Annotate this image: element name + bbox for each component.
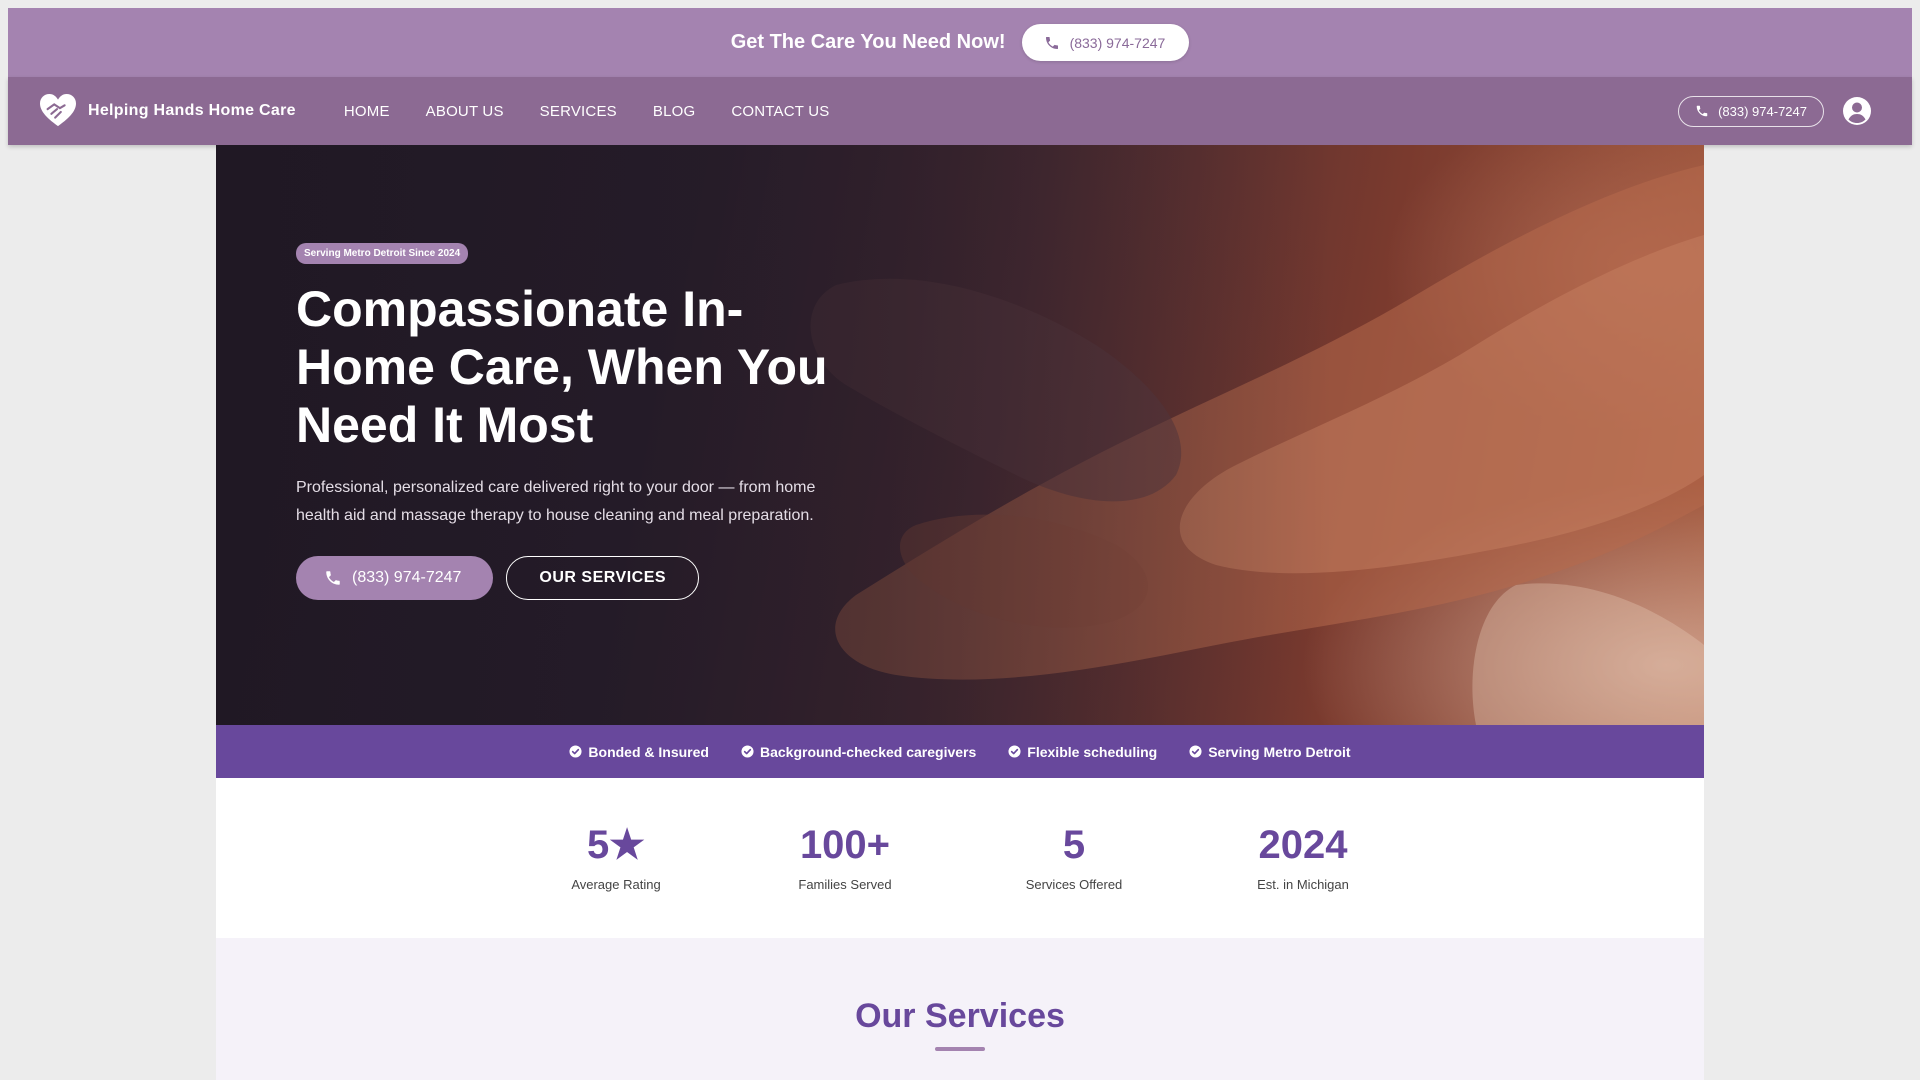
stat-value: 100+ (799, 823, 891, 867)
nav-phone-button[interactable]: (833) 974-7247 (1678, 95, 1824, 127)
trust-item: Bonded & Insured (569, 744, 709, 760)
check-circle-icon (569, 745, 582, 758)
check-circle-icon (1008, 745, 1021, 758)
stat-label: Services Offered (1025, 877, 1123, 892)
stat-value: 5★ (586, 823, 646, 867)
brand-home-link[interactable]: Helping Hands Home Care (39, 93, 296, 129)
services-section: Our Services (216, 938, 1704, 1080)
nav-link-services[interactable]: SERVICES (540, 103, 617, 120)
hero-badge: Serving Metro Detroit Since 2024 (296, 243, 469, 264)
nav-link-contact-us[interactable]: CONTACT US (731, 103, 829, 120)
stat-established: 2024 Est. in Michigan (1203, 823, 1403, 892)
hero-description: Professional, personalized care delivere… (296, 479, 816, 524)
phone-icon (1045, 36, 1058, 49)
phone-icon (1696, 105, 1708, 117)
trust-item: Background-checked caregivers (741, 744, 976, 760)
hero-call-label: (833) 974-7247 (352, 569, 462, 586)
services-title: Our Services (855, 997, 1065, 1035)
promo-text: Get The Care You Need Now! (730, 31, 1006, 53)
trust-item: Flexible scheduling (1008, 744, 1157, 760)
phone-icon (326, 571, 340, 585)
heart-hands-icon (39, 93, 77, 129)
nav-right-actions: (833) 974-7247 (1678, 95, 1872, 127)
trust-label: Bonded & Insured (588, 743, 709, 760)
stat-label: Families Served (798, 877, 892, 892)
trust-strip: Bonded & Insured Background-checked care… (216, 725, 1704, 778)
stat-label: Est. in Michigan (1257, 877, 1349, 892)
brand-name: Helping Hands Home Care (88, 102, 296, 119)
trust-label: Background-checked caregivers (759, 743, 977, 760)
stat-average-rating: 5★ Average Rating (516, 823, 716, 892)
trust-label: Flexible scheduling (1027, 743, 1158, 760)
check-circle-icon (741, 745, 754, 758)
nav-phone-label: (833) 974-7247 (1718, 103, 1807, 119)
trust-label: Serving Metro Detroit (1208, 743, 1351, 760)
stat-value: 2024 (1258, 823, 1348, 867)
account-circle-icon[interactable] (1842, 96, 1872, 126)
stats-section: 5★ Average Rating 100+ Families Served 5… (216, 778, 1704, 938)
nav-link-blog[interactable]: BLOG (653, 103, 695, 120)
check-circle-icon (1189, 745, 1202, 758)
hero-content: Serving Metro Detroit Since 2024 Compass… (296, 243, 896, 600)
main-navigation: Helping Hands Home Care HOME ABOUT US SE… (8, 77, 1912, 145)
stat-label: Average Rating (571, 877, 661, 892)
promo-phone-button[interactable]: (833) 974-7247 (1021, 24, 1190, 61)
nav-links: HOME ABOUT US SERVICES BLOG CONTACT US (344, 103, 830, 120)
trust-item: Serving Metro Detroit (1189, 743, 1351, 760)
hero-buttons: (833) 974-7247 OUR SERVICES (296, 556, 896, 600)
hero-call-button[interactable]: (833) 974-7247 (296, 556, 494, 600)
nav-link-about-us[interactable]: ABOUT US (426, 103, 504, 120)
stat-services-offered: 5 Services Offered (974, 823, 1174, 892)
services-title-underline (935, 1047, 985, 1051)
promo-bar: Get The Care You Need Now! (833) 974-724… (8, 8, 1912, 77)
stat-families-served: 100+ Families Served (745, 823, 945, 892)
nav-link-home[interactable]: HOME (344, 103, 390, 120)
promo-phone-label: (833) 974-7247 (1069, 34, 1166, 51)
our-services-button[interactable]: OUR SERVICES (506, 556, 700, 600)
hero-section: Serving Metro Detroit Since 2024 Compass… (216, 145, 1704, 725)
stat-value: 5 (1062, 823, 1086, 867)
hero-title: Compassionate In-Home Care, When You Nee… (296, 281, 828, 453)
